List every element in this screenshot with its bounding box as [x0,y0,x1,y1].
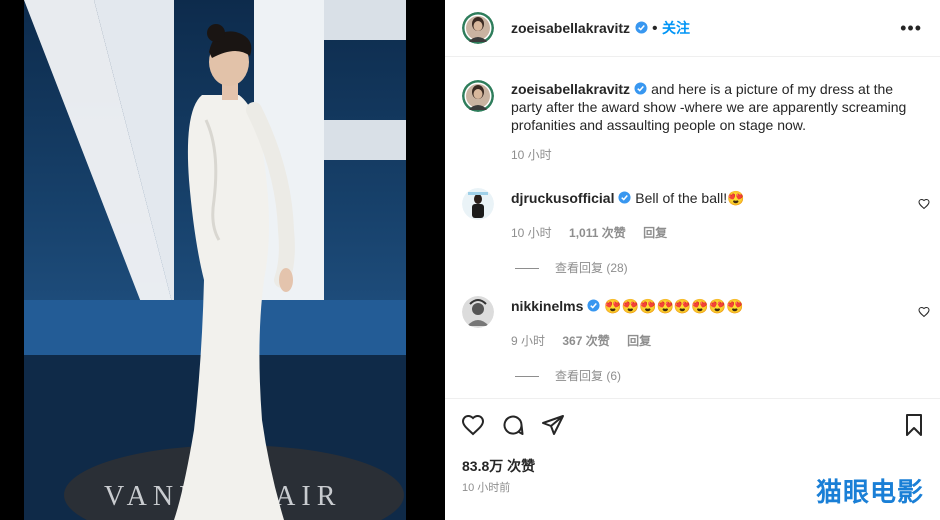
verified-badge-icon [634,21,648,34]
comment-bubble-icon[interactable] [501,413,525,437]
action-bar [445,398,940,449]
author-username[interactable]: zoeisabellakravitz [511,20,630,36]
comment-meta: 9 小时 367 次赞 回复 [511,332,651,349]
follow-button[interactable]: 关注 [662,20,690,36]
comment: nikkinelms 😍😍😍😍😍😍😍😍 [511,298,744,315]
caption-username[interactable]: zoeisabellakravitz [511,81,630,97]
view-replies-button[interactable]: 查看回复 (28) [515,259,628,276]
view-replies-label[interactable]: 查看回复 (28) [555,261,628,275]
comment-text: 😍😍😍😍😍😍😍😍 [604,298,744,314]
author-avatar[interactable] [462,12,494,44]
verified-badge-icon [618,191,631,204]
comment-time: 9 小时 [511,334,546,348]
verified-badge-icon [587,299,600,312]
like-heart-icon[interactable] [461,413,485,437]
post-sidebar: zoeisabellakravitz • 关注 ••• zoeisabellak… [445,0,940,520]
comment: djruckusofficial Bell of the ball!😍 [511,190,745,207]
watermark: 猫眼电影 [815,477,924,507]
comment-time: 10 小时 [511,226,552,240]
comment-like-heart-icon[interactable] [918,306,930,318]
post-photo[interactable]: VANITY FAIR [24,0,406,520]
post-media-panel: VANITY FAIR [0,0,445,520]
caption-time: 10 小时 [511,148,552,162]
post-like-count[interactable]: 83.8万 次赞 [462,456,535,476]
save-bookmark-icon[interactable] [902,413,926,437]
post-timestamp: 10 小时前 [462,482,511,494]
replies-divider [515,376,539,378]
comment-avatar-djruckusofficial[interactable] [462,188,494,220]
comment-meta: 10 小时 1,011 次赞 回复 [511,224,667,241]
more-options-icon[interactable]: ••• [900,18,922,39]
comment-username[interactable]: nikkinelms [511,298,583,314]
view-replies-button[interactable]: 查看回复 (6) [515,367,621,384]
comment-like-count[interactable]: 1,011 次赞 [569,226,626,240]
comment-like-count[interactable]: 367 次赞 [562,334,609,348]
verified-badge-icon [634,82,647,95]
comment-username[interactable]: djruckusofficial [511,190,614,206]
comment-like-heart-icon[interactable] [918,198,930,210]
view-replies-label[interactable]: 查看回复 (6) [555,369,621,383]
comment-avatar-nikkinelms[interactable] [462,296,494,328]
separator-dot: • [651,20,658,37]
comment-reply-button[interactable]: 回复 [643,226,667,240]
photo-illustration: VANITY FAIR [24,0,406,520]
caption-avatar[interactable] [462,80,494,112]
post-header: zoeisabellakravitz • 关注 ••• [445,0,940,57]
share-paper-plane-icon[interactable] [541,413,565,437]
replies-divider [515,268,539,270]
comment-reply-button[interactable]: 回复 [627,334,651,348]
comment-text: Bell of the ball!😍 [635,190,745,206]
post-caption: zoeisabellakravitz and here is a picture … [511,80,921,164]
